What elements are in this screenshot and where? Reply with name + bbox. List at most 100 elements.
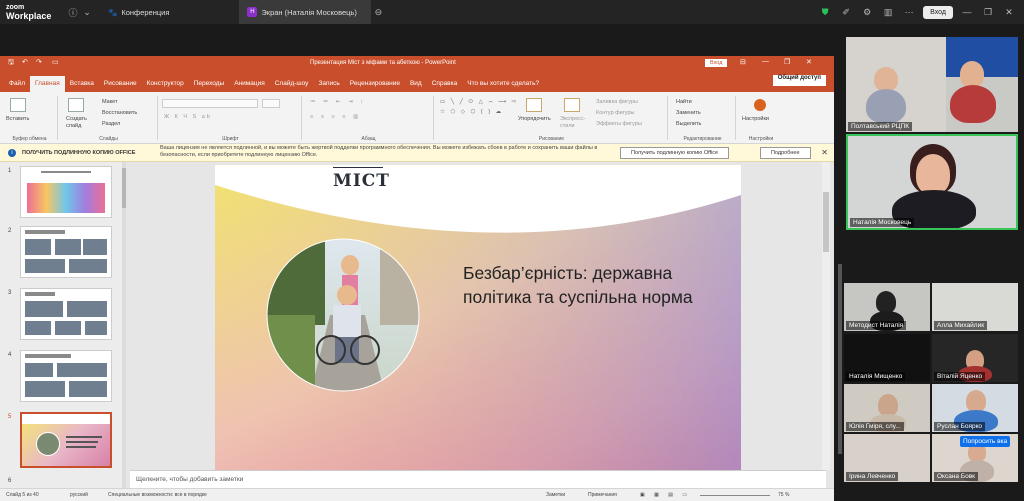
get-genuine-button[interactable]: Получить подлинную копию Office <box>620 147 730 159</box>
video-tile[interactable]: Юлія Гміря, слу... <box>844 384 930 432</box>
slide-thumbnail-selected[interactable] <box>20 412 112 468</box>
tab-animations[interactable]: Анимация <box>229 80 270 92</box>
paste-button[interactable]: Вставить <box>6 116 29 122</box>
reset-button[interactable]: Восстановить <box>102 110 137 116</box>
zoom-slider[interactable] <box>700 495 770 496</box>
pin-icon[interactable]: ✐ <box>839 5 853 19</box>
minus-circle-icon[interactable]: ⊖ <box>371 5 385 19</box>
tab-draw[interactable]: Рисование <box>99 80 142 92</box>
tab-file[interactable]: Файл <box>4 80 30 92</box>
video-tile-active-speaker[interactable]: Наталія Московець <box>846 134 1018 230</box>
save-icon[interactable]: 🖫 <box>8 58 14 69</box>
tab-view[interactable]: Вид <box>405 80 427 92</box>
video-tile[interactable]: Ірина Левченко <box>844 434 930 482</box>
section-button[interactable]: Раздел <box>102 121 120 127</box>
video-tile[interactable]: Полтавський РЦПК <box>846 37 1018 132</box>
zoom-top-bar: zoom Workplace ⓘ ⌄ 🐾 Конференция Н Экран… <box>0 0 1024 24</box>
slide-thumbnail[interactable] <box>20 166 112 218</box>
tab-home[interactable]: Главная <box>29 76 65 92</box>
view-buttons[interactable]: ▣ ▦ ▤ ▭ <box>640 492 691 498</box>
font-format-icons[interactable]: Ж К Ч S ab <box>164 114 212 120</box>
quick-styles-button[interactable]: Экспресс-стили <box>560 116 590 130</box>
shared-screen: 🖫 ↶ ↷ ▭ Презентация Міст з міфами та абе… <box>0 56 834 501</box>
tab-record[interactable]: Запись <box>313 80 344 92</box>
slide-thumbnail[interactable] <box>20 350 112 402</box>
notes-pane[interactable]: Щелкните, чтобы добавить заметки <box>130 470 826 488</box>
ppt-signin-button[interactable]: Вход <box>705 59 728 67</box>
shapes-gallery[interactable]: ▭ ╲ ╱ ⬭ △ ⌒ ⟶ ⇨ <box>440 99 518 106</box>
video-tile[interactable]: Руслан Бояркo <box>932 384 1018 432</box>
tab-slideshow[interactable]: Слайд-шоу <box>270 80 314 92</box>
info-icon: i <box>8 149 16 157</box>
slide-thumbnail[interactable] <box>20 226 112 278</box>
info-icon[interactable]: ⓘ <box>66 5 80 19</box>
shape-effects-button[interactable]: Эффекты фигуры <box>596 121 642 127</box>
shape-outline-button[interactable]: Контур фигуры <box>596 110 634 116</box>
replace-button[interactable]: Заменить <box>676 110 701 116</box>
group-settings: Настройки Настройки <box>738 96 784 142</box>
thumbnails-scrollbar[interactable] <box>122 162 126 488</box>
ppt-close-icon[interactable]: ✕ <box>806 58 812 66</box>
zoom-window-controls: ⛊ ✐ ⚙ ▥ ⋯ Вход — ❐ ✕ <box>818 0 1024 24</box>
current-slide[interactable]: МІСТ Безбар’єрність: державна політика т… <box>215 165 741 470</box>
more-icon[interactable]: ⋯ <box>902 5 916 19</box>
chevron-down-icon[interactable]: ⌄ <box>80 5 94 19</box>
video-tile[interactable]: Алла Михайлик <box>932 283 1018 331</box>
list-icons[interactable]: ≔ ≕ ⇤ ⇥ ↕ <box>310 99 366 105</box>
close-icon[interactable]: ✕ <box>1002 5 1016 19</box>
hands-image <box>27 183 105 213</box>
close-infobar-icon[interactable]: ✕ <box>821 148 828 157</box>
align-icons[interactable]: ≡ ≡ ≡ ≡ ▥ <box>310 114 361 120</box>
tab-insert[interactable]: Вставка <box>65 80 99 92</box>
learn-more-button[interactable]: Подробнее <box>760 147 811 159</box>
slide-thumbnail[interactable] <box>20 288 112 340</box>
video-tile[interactable]: Методист Наталія <box>844 283 930 331</box>
settings-button[interactable]: Настройки <box>742 116 769 122</box>
ppt-minimize-icon[interactable]: — <box>762 58 769 65</box>
font-name-select[interactable] <box>162 99 258 108</box>
redo-icon[interactable]: ↷ <box>36 58 42 66</box>
slideshow-icon[interactable]: ▭ <box>52 58 59 66</box>
tab-screen-share[interactable]: Н Экран (Наталія Московець) <box>239 0 372 24</box>
paste-icon[interactable] <box>10 98 26 112</box>
notes-button[interactable]: Заметки <box>546 492 565 498</box>
slide-background <box>215 165 741 470</box>
tab-conference[interactable]: 🐾 Конференция <box>100 0 177 24</box>
shapes-gallery-row2[interactable]: ☆ ⬠ ◇ ⬡ { } ☁ <box>440 109 503 115</box>
comments-button[interactable]: Примечания <box>588 492 617 498</box>
slide-scrollbar[interactable] <box>822 162 830 470</box>
signin-button[interactable]: Вход <box>923 5 953 19</box>
tools-icon[interactable]: ⚙ <box>860 5 874 19</box>
tab-transitions[interactable]: Переходы <box>189 80 230 92</box>
video-tile[interactable]: Віталій Яценко <box>932 334 1018 382</box>
settings-icon[interactable] <box>754 99 766 111</box>
minimize-icon[interactable]: — <box>960 5 974 19</box>
new-slide-button[interactable]: Создать слайд <box>66 116 90 130</box>
new-slide-icon[interactable] <box>68 98 84 112</box>
shape-fill-button[interactable]: Заливка фигуры <box>596 99 638 105</box>
ppt-restore-icon[interactable]: ❐ <box>784 58 790 66</box>
select-button[interactable]: Выделить <box>676 121 701 127</box>
gallery-scrollbar[interactable] <box>838 264 842 454</box>
find-button[interactable]: Найти <box>676 99 692 105</box>
layout-button[interactable]: Макет <box>102 99 118 105</box>
slide-heading: Безбар’єрність: державна політика та сус… <box>463 263 693 307</box>
tell-me-search[interactable]: Что вы хотите сделать? <box>462 80 544 92</box>
quick-styles-icon[interactable] <box>564 98 580 112</box>
tab-help[interactable]: Справка <box>427 80 463 92</box>
tab-design[interactable]: Конструктор <box>142 80 189 92</box>
shield-icon[interactable]: ⛊ <box>818 5 832 19</box>
tab-review[interactable]: Рецензирование <box>345 80 405 92</box>
video-tile[interactable]: Наталія Мищенко <box>844 334 930 382</box>
slide-logo: МІСТ <box>333 171 390 191</box>
maximize-icon[interactable]: ❐ <box>981 5 995 19</box>
zoom-level[interactable]: 75 % <box>778 492 789 498</box>
raise-hand-button[interactable]: Попросить вка <box>960 436 1011 447</box>
layout-icon[interactable]: ▥ <box>881 5 895 19</box>
ribbon-options-icon[interactable]: ⊟ <box>740 58 746 66</box>
share-button[interactable]: Общий доступ <box>772 75 826 86</box>
arrange-button[interactable]: Упорядочить <box>518 116 551 122</box>
font-size-select[interactable] <box>262 99 280 108</box>
undo-icon[interactable]: ↶ <box>22 58 28 66</box>
arrange-icon[interactable] <box>526 98 542 112</box>
